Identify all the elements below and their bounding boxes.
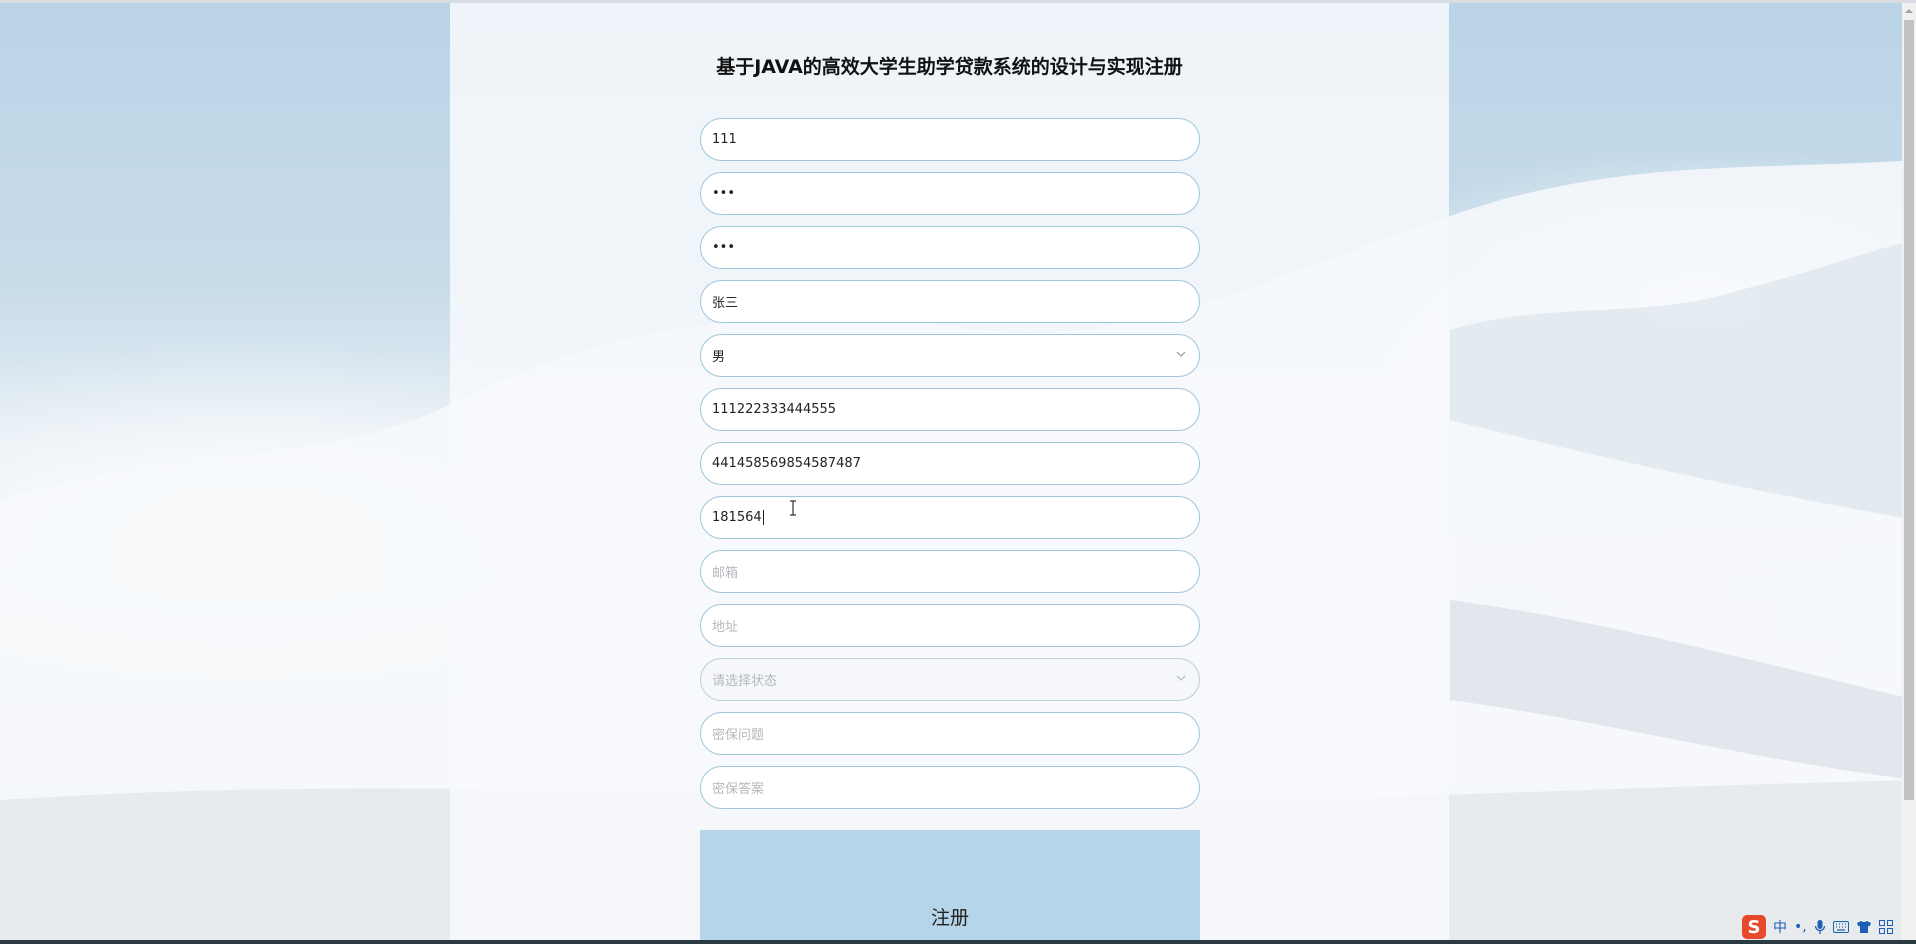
real-name-input[interactable]: 张三 [700, 280, 1200, 323]
status-placeholder: 请选择状态 [712, 674, 778, 689]
password-value: ••• [712, 186, 736, 201]
sogou-logo-icon[interactable]: S [1742, 915, 1766, 939]
confirm-password-value: ••• [712, 240, 736, 255]
id-number-input[interactable]: 441458569854587487 [700, 442, 1200, 485]
status-select[interactable]: 请选择状态 [700, 658, 1200, 701]
security-answer-placeholder: 密保答案 [712, 782, 765, 797]
address-input[interactable]: 地址 [700, 604, 1200, 647]
confirm-password-input[interactable]: ••• [700, 226, 1200, 269]
email-placeholder: 邮箱 [712, 566, 739, 581]
chevron-down-icon [1176, 675, 1186, 681]
password-input[interactable]: ••• [700, 172, 1200, 215]
ime-punctuation-toggle[interactable]: •, [1794, 919, 1807, 935]
scroll-up-arrow-icon[interactable] [1904, 6, 1914, 16]
email-input[interactable]: 邮箱 [700, 550, 1200, 593]
ime-toolbar[interactable]: S 中 •, [1742, 912, 1916, 942]
real-name-value: 张三 [712, 296, 739, 311]
microphone-icon[interactable] [1814, 919, 1826, 935]
gender-value: 男 [712, 350, 726, 365]
phone-value: 181564 [712, 510, 762, 525]
scrollbar-thumb[interactable] [1904, 20, 1914, 800]
security-question-placeholder: 密保问题 [712, 728, 765, 743]
grid-icon[interactable] [1878, 920, 1893, 934]
ime-mode-toggle[interactable]: 中 [1773, 917, 1787, 937]
security-answer-input[interactable]: 密保答案 [700, 766, 1200, 809]
gender-select[interactable]: 男 [700, 334, 1200, 377]
taskbar-edge [0, 940, 1916, 944]
text-cursor-icon [790, 500, 796, 516]
register-button[interactable]: 注册 [700, 830, 1200, 944]
security-question-input[interactable]: 密保问题 [700, 712, 1200, 755]
student-id-value: 111222333444555 [712, 402, 837, 417]
phone-input[interactable]: 181564 [700, 496, 1200, 539]
address-placeholder: 地址 [712, 620, 739, 635]
account-value: 111 [712, 132, 737, 147]
id-number-value: 441458569854587487 [712, 456, 861, 471]
account-input[interactable]: 111 [700, 118, 1200, 161]
keyboard-icon[interactable] [1832, 921, 1849, 933]
text-caret [762, 510, 764, 525]
page-title: 基于JAVA的高效大学生助学贷款系统的设计与实现注册 [716, 56, 1183, 78]
student-id-input[interactable]: 111222333444555 [700, 388, 1200, 431]
chevron-down-icon [1176, 351, 1186, 357]
shirt-icon[interactable] [1856, 920, 1872, 934]
